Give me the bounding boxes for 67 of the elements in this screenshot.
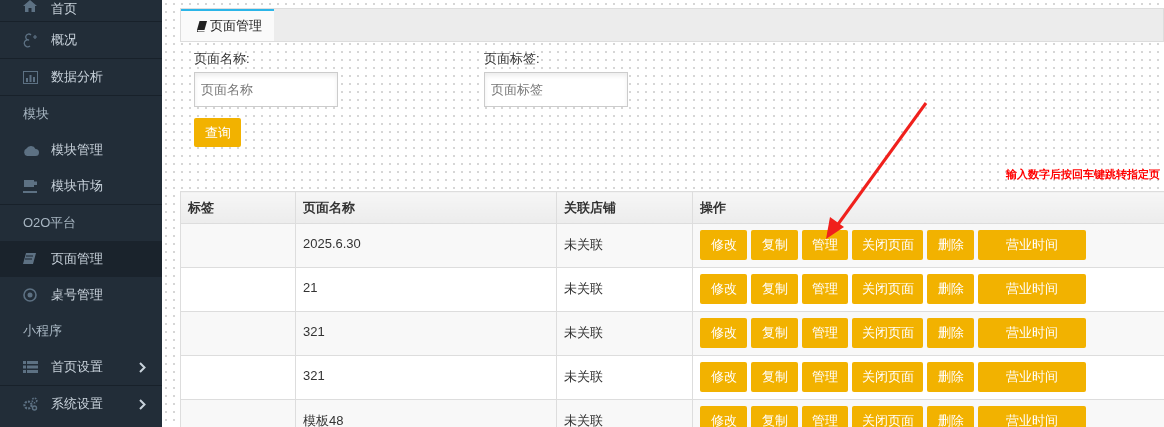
input-field[interactable]: 页面标签 <box>484 72 628 107</box>
table-cell: 21 <box>295 267 557 312</box>
action-button[interactable]: 关闭页面 <box>852 406 923 427</box>
target-icon <box>23 288 37 302</box>
action-button[interactable]: 删除 <box>927 406 974 427</box>
action-button[interactable]: 关闭页面 <box>852 318 923 348</box>
table-cell: 2025.6.30 <box>295 223 557 268</box>
action-button[interactable]: 复制 <box>751 274 798 304</box>
table-cell: 未关联 <box>556 355 693 400</box>
table-cell: 未关联 <box>556 311 693 356</box>
tab[interactable]: 页面管理 <box>181 9 274 41</box>
sidebar-item[interactable]: 模块管理 <box>0 132 162 168</box>
sidebar-section-heading: O2O平台 <box>22 214 78 232</box>
action-button[interactable]: 修改 <box>700 362 747 392</box>
action-button[interactable]: 营业时间 <box>978 406 1086 427</box>
list-icon <box>23 361 38 373</box>
sidebar-item[interactable]: 页面管理 <box>0 241 162 277</box>
sidebar-item[interactable]: 系统设置 <box>0 386 162 422</box>
column-header: 关联店铺 <box>556 191 693 224</box>
field-label: 页面名称: <box>194 50 251 68</box>
action-button[interactable]: 营业时间 <box>978 230 1086 260</box>
action-button[interactable]: 营业时间 <box>978 362 1086 392</box>
input-field[interactable]: 页面名称 <box>194 72 338 107</box>
home-icon <box>23 0 37 12</box>
column-header: 标签 <box>180 191 296 224</box>
action-button[interactable]: 营业时间 <box>978 318 1086 348</box>
action-button[interactable]: 复制 <box>751 362 798 392</box>
action-button[interactable]: 删除 <box>927 274 974 304</box>
action-button[interactable]: 关闭页面 <box>852 274 923 304</box>
field-label: 页面标签: <box>484 50 541 68</box>
action-button[interactable]: 修改 <box>700 318 747 348</box>
action-button[interactable]: 删除 <box>927 230 974 260</box>
action-button[interactable]: 删除 <box>927 318 974 348</box>
action-button[interactable]: 关闭页面 <box>852 230 923 260</box>
action-button[interactable]: 管理 <box>802 274 848 304</box>
action-button[interactable]: 复制 <box>751 230 798 260</box>
sidebar-section-heading: 小程序 <box>22 322 63 340</box>
hint-text: 输入数字后按回车键跳转指定页 <box>1006 167 1160 182</box>
table-cell: 321 <box>295 355 557 400</box>
column-header: 页面名称 <box>295 191 557 224</box>
action-button[interactable]: 复制 <box>751 406 798 427</box>
action-button[interactable]: 修改 <box>700 406 747 427</box>
action-button[interactable]: 关闭页面 <box>852 362 923 392</box>
action-button[interactable]: 删除 <box>927 362 974 392</box>
table-cell: 未关联 <box>556 399 693 427</box>
action-button[interactable]: 管理 <box>802 230 848 260</box>
action-button[interactable]: 修改 <box>700 230 747 260</box>
column-header: 操作 <box>692 191 1164 224</box>
action-button[interactable]: 复制 <box>751 318 798 348</box>
coffee-cup-icon <box>23 179 38 193</box>
book-icon <box>23 252 36 266</box>
sidebar-item[interactable]: 桌号管理 <box>0 277 162 313</box>
action-button[interactable]: 营业时间 <box>978 274 1086 304</box>
sidebar-item[interactable]: 首页 <box>0 0 162 22</box>
book-icon <box>197 20 207 32</box>
table-cell: 321 <box>295 311 557 356</box>
sidebar-section-heading: 模块 <box>22 105 50 123</box>
bar-chart-icon <box>23 70 38 84</box>
table-cell: 未关联 <box>556 223 693 268</box>
table-cell: 未关联 <box>556 267 693 312</box>
action-button[interactable]: 管理 <box>802 406 848 427</box>
table-cell: 模板48 <box>295 399 557 427</box>
cloud-icon <box>23 144 39 156</box>
query-button[interactable]: 查询 <box>194 118 241 147</box>
action-button[interactable]: 修改 <box>700 274 747 304</box>
action-button[interactable]: 管理 <box>802 318 848 348</box>
action-button[interactable]: 管理 <box>802 362 848 392</box>
